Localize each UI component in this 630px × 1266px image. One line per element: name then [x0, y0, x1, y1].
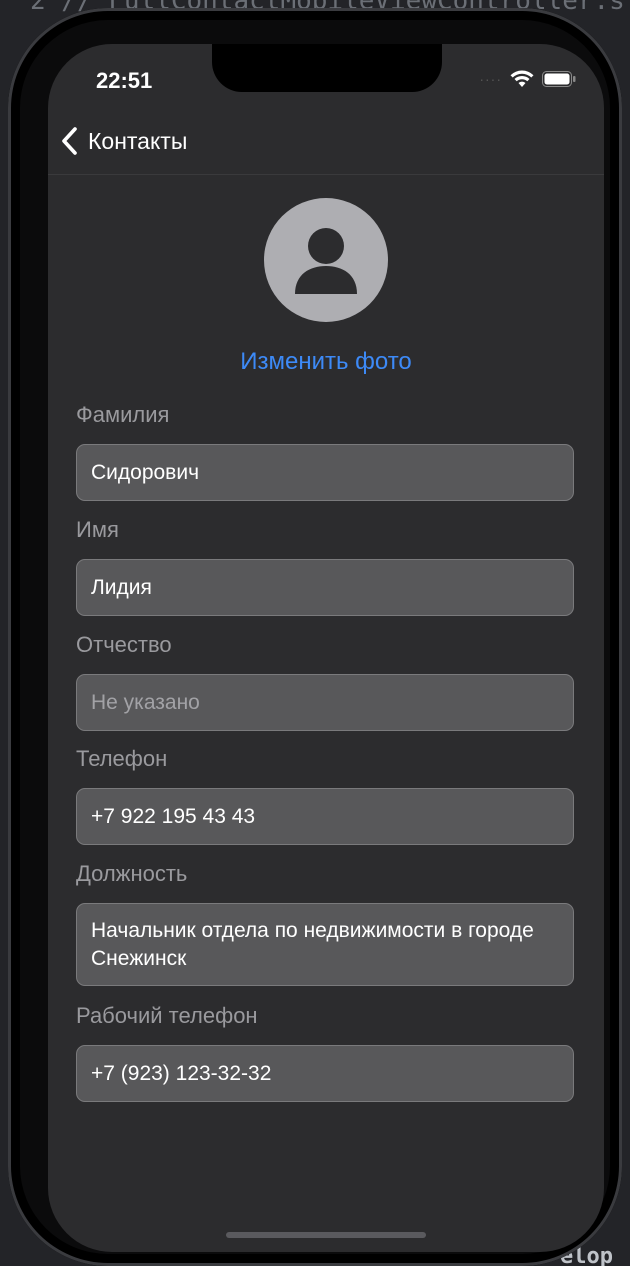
- chevron-left-icon: [62, 127, 77, 155]
- first-name-field[interactable]: Лидия: [76, 559, 574, 616]
- phone-label: Телефон: [76, 746, 168, 771]
- status-time: 22:51: [96, 68, 153, 93]
- avatar[interactable]: [264, 198, 388, 322]
- work-phone-label: Рабочий телефон: [76, 1003, 258, 1028]
- navigation-bar: Контакты: [48, 114, 604, 175]
- last-name-label: Фамилия: [76, 402, 170, 427]
- last-name-field[interactable]: Сидорович: [76, 444, 574, 501]
- phone-screen: 22:51 ···· Контакты Изменить фото Фамили…: [48, 44, 604, 1252]
- home-indicator: [226, 1232, 426, 1238]
- phone-field[interactable]: +7 922 195 43 43: [76, 788, 574, 845]
- first-name-label: Имя: [76, 517, 119, 542]
- middle-name-label: Отчество: [76, 632, 172, 657]
- work-phone-field[interactable]: +7 (923) 123-32-32: [76, 1045, 574, 1102]
- notch: [212, 44, 442, 92]
- signal-dots-icon: ····: [479, 71, 502, 87]
- position-label: Должность: [76, 861, 188, 886]
- back-button-label: Контакты: [88, 127, 188, 154]
- person-icon: [295, 228, 357, 294]
- back-button[interactable]: Контакты: [60, 126, 187, 156]
- position-field[interactable]: Начальник отдела по недвижимости в город…: [76, 903, 574, 986]
- change-photo-button[interactable]: Изменить фото: [48, 348, 604, 376]
- battery-icon: [542, 71, 576, 87]
- middle-name-field[interactable]: Не указано: [76, 674, 574, 731]
- status-icons: ····: [479, 70, 576, 88]
- phone-frame: 22:51 ···· Контакты Изменить фото Фамили…: [8, 8, 622, 1266]
- wifi-icon: [510, 70, 534, 87]
